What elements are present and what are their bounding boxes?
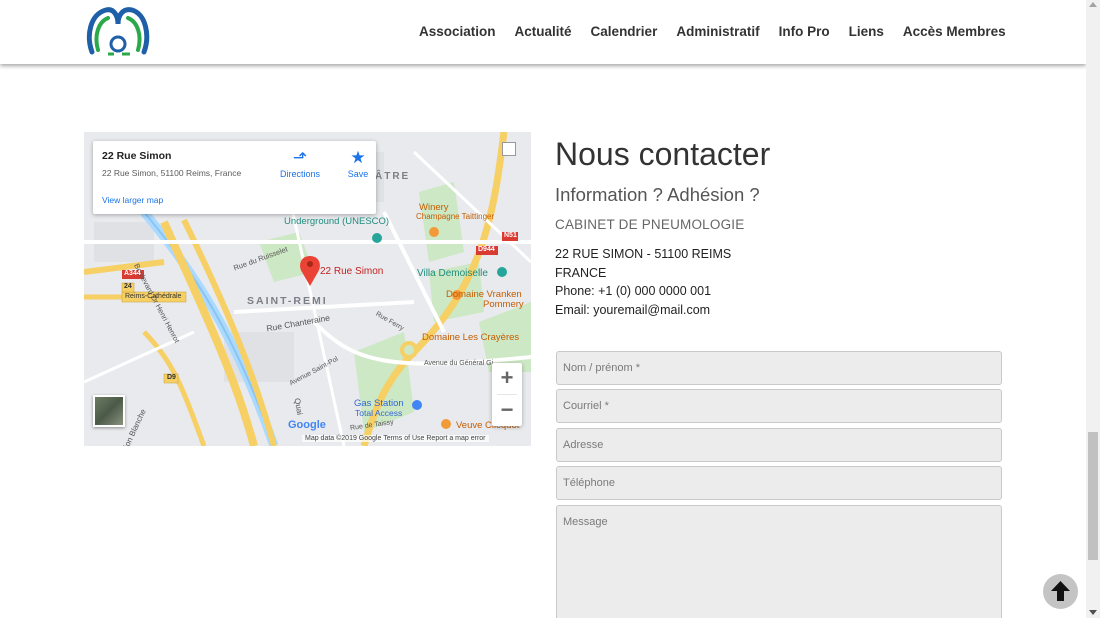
map-label-total: Total Access	[355, 408, 403, 418]
directions-button[interactable]: ⬏ Directions	[276, 148, 324, 180]
contact-details: 22 RUE SIMON - 51100 REIMS FRANCE Phone:…	[555, 245, 731, 319]
map-shield-d944: D944	[478, 246, 495, 253]
map-label-pommery: Pommery	[483, 299, 524, 310]
directions-icon: ⬏	[292, 148, 308, 167]
nav-calendrier[interactable]: Calendrier	[591, 24, 658, 39]
nav-administratif[interactable]: Administratif	[676, 24, 759, 39]
map-card-address: 22 Rue Simon, 51100 Reims, France	[102, 168, 242, 178]
map-label-crayeres: Domaine Les Crayères	[422, 332, 520, 343]
map-label-reims-cathedrale: Reims-Cathédrale	[125, 293, 182, 300]
contact-subtitle: Information ? Adhésion ?	[555, 184, 760, 205]
map-label-general: Avenue du Général Gi	[424, 360, 494, 367]
google-map[interactable]: SAINT-REMI ÂTRE Underground (UNESCO) Win…	[84, 132, 531, 446]
map-info-card: 22 Rue Simon 22 Rue Simon, 51100 Reims, …	[93, 141, 376, 214]
address-line: 22 RUE SIMON - 51100 REIMS	[555, 247, 732, 261]
organization-name: CABINET DE PNEUMOLOGIE	[555, 217, 745, 232]
map-shield-a344: A344	[124, 270, 141, 277]
map-shield-24: 24	[124, 283, 132, 290]
scroll-down-arrow-icon[interactable]	[1089, 610, 1097, 615]
map-label-saint-remi: SAINT-REMI	[247, 295, 328, 307]
nav-association[interactable]: Association	[419, 24, 496, 39]
star-icon: ★	[350, 148, 366, 167]
map-attribution[interactable]: Map data ©2019 Google Terms of Use Repor…	[302, 435, 489, 442]
satellite-view-toggle[interactable]	[93, 395, 125, 427]
nav-liens[interactable]: Liens	[849, 24, 884, 39]
site-header: Association Actualité Calendrier Adminis…	[0, 0, 1086, 64]
email: Email: youremail@mail.com	[555, 302, 711, 317]
nav-actualite[interactable]: Actualité	[515, 24, 572, 39]
email-field[interactable]	[556, 389, 1002, 423]
phone: Phone: +1 (0) 000 0000 001	[555, 284, 712, 298]
map-label-taittinger: Champagne Taittinger	[416, 212, 495, 221]
arrow-up-icon	[1051, 581, 1070, 601]
save-button[interactable]: ★ Save	[345, 148, 371, 180]
country: FRANCE	[555, 265, 607, 280]
contact-title: Nous contacter	[555, 136, 771, 172]
nav-acces-membres[interactable]: Accès Membres	[903, 24, 1006, 39]
map-shield-n51: N51	[504, 232, 517, 239]
directions-label: Directions	[279, 169, 320, 179]
name-field[interactable]	[556, 351, 1002, 385]
map-label-atre: ÂTRE	[375, 171, 411, 182]
map-pin-label: 22 Rue Simon	[320, 266, 384, 277]
message-field[interactable]	[556, 505, 1002, 618]
scroll-thumb[interactable]	[1088, 432, 1098, 560]
page-scrollbar[interactable]	[1086, 0, 1100, 618]
map-card-title: 22 Rue Simon	[102, 150, 172, 162]
map-label-underground: Underground (UNESCO)	[284, 216, 390, 227]
back-to-top-button[interactable]	[1043, 574, 1078, 609]
zoom-in-button[interactable]: +	[492, 363, 522, 394]
site-logo[interactable]	[84, 6, 152, 58]
save-label: Save	[347, 169, 369, 179]
map-shield-d9: D9	[167, 374, 176, 381]
zoom-out-button[interactable]: −	[492, 395, 522, 426]
view-larger-map-link[interactable]: View larger map	[102, 195, 163, 205]
zoom-control: + −	[492, 363, 522, 426]
address-field[interactable]	[556, 428, 1002, 462]
map-label-villa: Villa Demoiselle	[417, 268, 488, 279]
page: Association Actualité Calendrier Adminis…	[0, 0, 1100, 618]
phone-field[interactable]	[556, 466, 1002, 500]
nav-info-pro[interactable]: Info Pro	[779, 24, 830, 39]
google-logo: Google	[288, 419, 326, 431]
scroll-up-arrow-icon[interactable]	[1089, 2, 1097, 7]
fullscreen-toggle-icon[interactable]	[502, 142, 516, 156]
main-nav: Association Actualité Calendrier Adminis…	[419, 24, 1006, 39]
